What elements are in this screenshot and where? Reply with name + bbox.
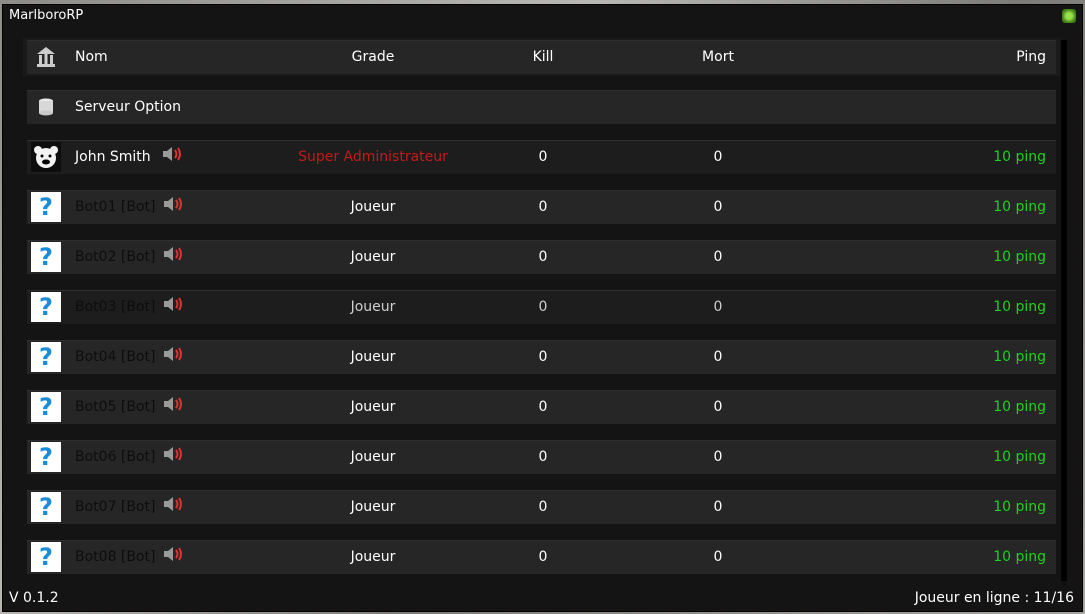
player-mort: 0 — [713, 349, 723, 365]
speaker-mute-icon[interactable] — [163, 488, 184, 526]
player-kill: 0 — [538, 399, 548, 415]
speaker-mute-icon[interactable] — [163, 238, 184, 276]
player-mort: 0 — [713, 549, 723, 565]
player-name: Bot03 [Bot] — [75, 299, 156, 315]
player-name: Bot07 [Bot] — [75, 499, 156, 515]
speaker-mute-icon[interactable] — [163, 288, 184, 326]
player-name: Bot02 [Bot] — [75, 249, 156, 265]
player-kill: 0 — [538, 549, 548, 565]
header-mort: Mort — [702, 49, 734, 65]
bear-avatar-icon — [31, 142, 61, 172]
player-mort: 0 — [713, 249, 723, 265]
player-row[interactable]: ? Bot03 [Bot] Joueur 0 0 10 ping — [23, 288, 1060, 326]
player-grade: Joueur — [350, 299, 396, 315]
question-mark-icon: ? — [31, 442, 61, 472]
question-mark-icon: ? — [31, 542, 61, 572]
player-row[interactable]: John Smith Super Administrateur 0 0 10 p… — [23, 138, 1060, 176]
avatar — [31, 142, 61, 172]
player-kill: 0 — [538, 149, 548, 165]
online-count: Joueur en ligne : 11/16 — [914, 590, 1074, 606]
player-name: Bot04 [Bot] — [75, 349, 156, 365]
player-name: Bot06 [Bot] — [75, 449, 156, 465]
player-mort: 0 — [713, 449, 723, 465]
version-label: V 0.1.2 — [9, 590, 59, 606]
player-row[interactable]: ? Bot04 [Bot] Joueur 0 0 10 ping — [23, 338, 1060, 376]
scrollbar[interactable] — [1061, 40, 1067, 586]
player-ping: 10 ping — [993, 399, 1046, 415]
bug-logo-icon — [1062, 9, 1076, 23]
player-mort: 0 — [713, 149, 723, 165]
player-ping: 10 ping — [993, 299, 1046, 315]
player-row[interactable]: ? Bot01 [Bot] Joueur 0 0 10 ping — [23, 188, 1060, 226]
player-kill: 0 — [538, 199, 548, 215]
player-row[interactable]: ? Bot02 [Bot] Joueur 0 0 10 ping — [23, 238, 1060, 276]
player-row[interactable]: ? Bot06 [Bot] Joueur 0 0 10 ping — [23, 438, 1060, 476]
player-name: Bot08 [Bot] — [75, 549, 156, 565]
player-row[interactable]: ? Bot05 [Bot] Joueur 0 0 10 ping — [23, 388, 1060, 426]
player-ping: 10 ping — [993, 199, 1046, 215]
question-mark-icon: ? — [31, 392, 61, 422]
player-mort: 0 — [713, 299, 723, 315]
player-grade: Joueur — [350, 349, 396, 365]
player-grade: Joueur — [350, 249, 396, 265]
column-header-row: Nom Grade Kill Mort Ping — [23, 38, 1060, 76]
player-ping: 10 ping — [993, 549, 1046, 565]
speaker-mute-icon[interactable] — [163, 538, 184, 576]
pillar-icon — [31, 42, 61, 72]
speaker-mute-icon[interactable] — [163, 138, 183, 176]
question-mark-icon: ? — [31, 292, 61, 322]
window-title: MarlboroRP — [9, 8, 84, 23]
player-grade: Joueur — [350, 499, 396, 515]
scrollbar-thumb[interactable] — [1061, 40, 1067, 581]
header-kill: Kill — [532, 49, 554, 65]
player-kill: 0 — [538, 499, 548, 515]
header-ping: Ping — [1016, 49, 1046, 65]
scoreboard-list: Nom Grade Kill Mort Ping Serveur Option — [23, 38, 1071, 586]
player-mort: 0 — [713, 399, 723, 415]
question-mark-icon: ? — [31, 192, 61, 222]
question-mark-icon: ? — [31, 242, 61, 272]
question-mark-icon: ? — [31, 342, 61, 372]
player-name: John Smith — [75, 149, 151, 165]
player-mort: 0 — [713, 199, 723, 215]
player-grade: Joueur — [350, 549, 396, 565]
player-kill: 0 — [538, 249, 548, 265]
player-grade: Joueur — [350, 399, 396, 415]
player-row[interactable]: ? Bot07 [Bot] Joueur 0 0 10 ping — [23, 488, 1060, 526]
player-ping: 10 ping — [993, 249, 1046, 265]
question-mark-icon: ? — [31, 492, 61, 522]
server-option-button[interactable]: Serveur Option — [23, 88, 1060, 126]
player-ping: 10 ping — [993, 449, 1046, 465]
speaker-mute-icon[interactable] — [163, 338, 184, 376]
scoreboard-window: MarlboroRP Nom Grade Kill Mort Ping Serv… — [2, 4, 1083, 612]
player-ping: 10 ping — [993, 349, 1046, 365]
header-name: Nom — [75, 49, 108, 65]
speaker-mute-icon[interactable] — [163, 438, 184, 476]
player-grade: Joueur — [350, 199, 396, 215]
player-kill: 0 — [538, 349, 548, 365]
player-kill: 0 — [538, 299, 548, 315]
player-ping: 10 ping — [993, 499, 1046, 515]
player-grade: Joueur — [350, 449, 396, 465]
player-grade: Super Administrateur — [298, 149, 448, 165]
player-name: Bot01 [Bot] — [75, 199, 156, 215]
player-name: Bot05 [Bot] — [75, 399, 156, 415]
player-ping: 10 ping — [993, 149, 1046, 165]
header-grade: Grade — [351, 49, 395, 65]
player-kill: 0 — [538, 449, 548, 465]
speaker-mute-icon[interactable] — [163, 388, 184, 426]
player-row[interactable]: ? Bot08 [Bot] Joueur 0 0 10 ping — [23, 538, 1060, 576]
database-icon — [31, 92, 61, 122]
server-option-label: Serveur Option — [75, 99, 181, 115]
player-mort: 0 — [713, 499, 723, 515]
speaker-mute-icon[interactable] — [163, 188, 184, 226]
